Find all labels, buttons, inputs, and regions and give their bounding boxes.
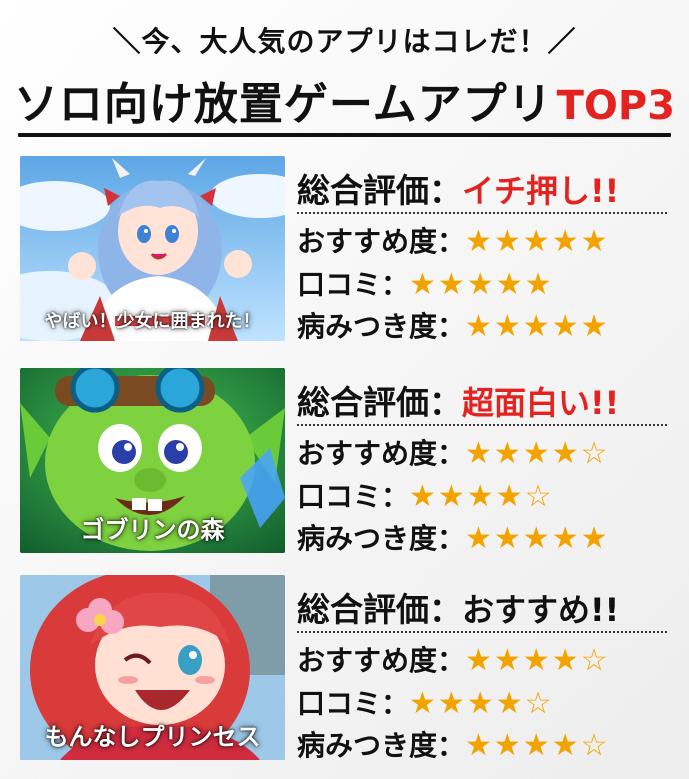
reviews-stars-3: ★★★★☆ [409,686,554,721]
addiction-stars-2: ★★★★★ [465,521,610,556]
app-thumbnail-2[interactable]: ゴブリンの森 [20,368,285,553]
rating-panel-1: 総合評価：イチ押し!! おすすめ度：★★★★★ 口コミ：★★★★★ 病みつき度：… [297,156,667,344]
header-title-main: ソロ向け放置ゲームアプリ [13,79,553,130]
reviews-label: 口コミ： [297,687,410,720]
ranking-page: ＼今、大人気のアプリはコレだ！／ ソロ向け放置ゲームアプリ TOP3 やばい！少… [0,0,689,779]
ranking-entry-2: ゴブリンの森 総合評価：超面白い!! おすすめ度：★★★★☆ 口コミ：★★★★☆… [0,368,689,556]
recommend-row-2: おすすめ度：★★★★☆ [297,432,667,472]
recommend-stars-3: ★★★★☆ [465,643,610,678]
reviews-label: 口コミ： [297,268,410,301]
addiction-row-3: 病みつき度：★★★★☆ [297,724,667,764]
app-title-1: やばい！少女に囲まれた！ [44,311,261,332]
addiction-label: 病みつき度： [297,729,466,762]
overall-value-1: イチ押し!! [462,172,620,210]
app-thumbnail-1[interactable]: やばい！少女に囲まれた！ [20,156,285,341]
overall-label: 総合評価： [297,590,462,629]
reviews-stars-1: ★★★★★ [409,267,554,302]
recommend-label: おすすめ度： [297,437,466,470]
overall-label: 総合評価： [297,171,462,210]
addiction-row-2: 病みつき度：★★★★★ [297,517,667,557]
dotted-divider [297,212,667,214]
reviews-label: 口コミ： [297,480,410,513]
app-title-3: もんなしプリンセス [44,723,261,751]
addiction-row-1: 病みつき度：★★★★★ [297,305,667,345]
app-thumbnail-3[interactable]: もんなしプリンセス [20,575,285,760]
recommend-label: おすすめ度： [297,225,466,258]
dotted-divider [297,424,667,426]
header-title-accent: TOP3 [556,83,676,129]
addiction-label: 病みつき度： [297,310,466,343]
recommend-stars-2: ★★★★☆ [465,436,610,471]
overall-value-2: 超面白い!! [462,384,620,422]
overall-rating-row-3: 総合評価：おすすめ!! [297,583,667,629]
app-title-2: ゴブリンの森 [80,516,225,544]
header-divider [18,133,671,137]
rating-panel-2: 総合評価：超面白い!! おすすめ度：★★★★☆ 口コミ：★★★★☆ 病みつき度：… [297,368,667,556]
overall-rating-row-2: 総合評価：超面白い!! [297,376,667,422]
reviews-row-1: 口コミ：★★★★★ [297,263,667,303]
recommend-row-1: おすすめ度：★★★★★ [297,220,667,260]
overall-label: 総合評価： [297,383,462,422]
addiction-stars-3: ★★★★☆ [465,728,610,763]
header-subtitle: ＼今、大人気のアプリはコレだ！／ [112,25,577,58]
header-title: ソロ向け放置ゲームアプリ TOP3 [0,68,689,132]
reviews-row-3: 口コミ：★★★★☆ [297,682,667,722]
ranking-entry-1: やばい！少女に囲まれた！ 総合評価：イチ押し!! おすすめ度：★★★★★ 口コミ… [0,156,689,344]
overall-value-3: おすすめ!! [462,591,620,629]
reviews-stars-2: ★★★★☆ [409,479,554,514]
reviews-row-2: 口コミ：★★★★☆ [297,475,667,515]
recommend-label: おすすめ度： [297,644,466,677]
addiction-label: 病みつき度： [297,522,466,555]
rating-panel-3: 総合評価：おすすめ!! おすすめ度：★★★★☆ 口コミ：★★★★☆ 病みつき度：… [297,575,667,763]
ranking-entry-3: もんなしプリンセス 総合評価：おすすめ!! おすすめ度：★★★★☆ 口コミ：★★… [0,575,689,763]
addiction-stars-1: ★★★★★ [465,309,610,344]
recommend-row-3: おすすめ度：★★★★☆ [297,639,667,679]
dotted-divider [297,631,667,633]
recommend-stars-1: ★★★★★ [465,224,610,259]
overall-rating-row-1: 総合評価：イチ押し!! [297,164,667,210]
